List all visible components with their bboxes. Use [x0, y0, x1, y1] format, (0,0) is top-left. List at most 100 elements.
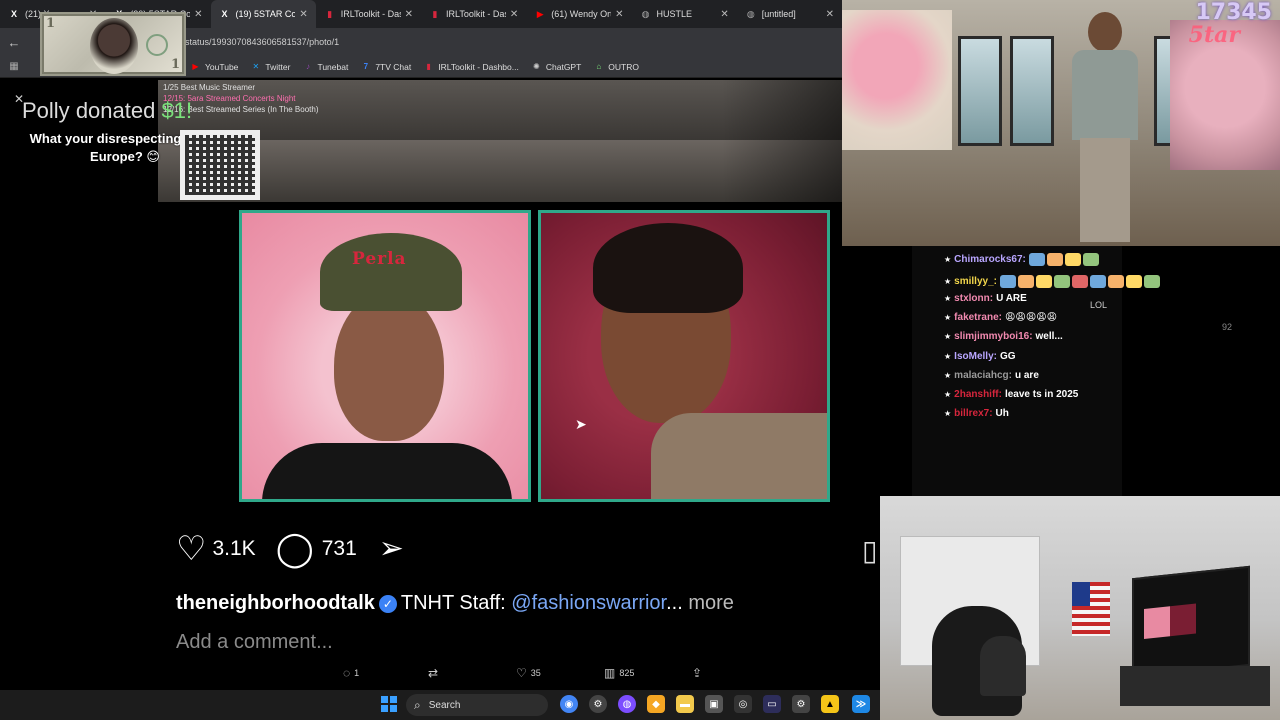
bookmark-item[interactable]: ⌂ OUTRO — [593, 61, 639, 72]
share-icon[interactable]: ➢ — [379, 532, 404, 566]
bookmark-icon[interactable]: ▯ — [862, 534, 877, 567]
post-photo-right[interactable] — [538, 210, 830, 502]
app-icon[interactable]: ◆ — [647, 695, 665, 713]
search-icon: ⌕ — [414, 697, 421, 712]
donation-alert: Polly donated $1! — [22, 98, 192, 124]
window — [958, 36, 1002, 146]
chat-message: ★ billrex7: Uh — [944, 408, 1009, 419]
mention-link[interactable]: @fashionswarrior — [511, 592, 666, 614]
chat-username[interactable]: billrex7: — [954, 408, 992, 419]
chrome-icon[interactable]: ◉ — [560, 695, 578, 713]
donation-amount: $1! — [161, 98, 193, 123]
chatgpt-icon: ✺ — [533, 62, 540, 71]
warning-icon[interactable]: ▲ — [821, 695, 839, 713]
bookmark-label: IRLToolkit - Dashbo... — [438, 61, 519, 72]
tab[interactable]: ◍ HUSTLE ✕ — [632, 0, 737, 28]
chat-message: ★ faketrane: 😩😩😩😩😩 — [944, 312, 1057, 323]
tab-title: (61) Wendy Orti — [551, 9, 612, 19]
discord-icon[interactable]: ◍ — [618, 695, 636, 713]
like-count: 3.1K — [212, 537, 256, 560]
badge-icon: ★ — [944, 371, 952, 380]
tab-close-icon[interactable]: ✕ — [826, 9, 834, 20]
tab-close-icon[interactable]: ✕ — [299, 9, 307, 20]
view-count: 825 — [619, 668, 635, 678]
bookmark-item[interactable]: ✺ ChatGPT — [531, 61, 581, 72]
chat-username[interactable]: smillyy_: — [954, 276, 997, 287]
portrait-shirt — [262, 443, 512, 499]
comment-input[interactable]: Add a comment... — [176, 631, 333, 654]
comment-icon[interactable]: ◯ — [276, 532, 314, 566]
upload-stat[interactable]: ⇪ — [692, 666, 706, 680]
chat-username[interactable]: Chimarocks67: — [954, 254, 1026, 265]
folder-icon[interactable]: ▬ — [676, 695, 694, 713]
dollar-bill-overlay: 1 1 — [40, 12, 186, 76]
chat-username[interactable]: faketrane: — [954, 312, 1002, 323]
chat-username[interactable]: IsoMelly: — [954, 351, 997, 362]
app-icon[interactable]: ▭ — [763, 695, 781, 713]
tab[interactable]: ◍ [untitled] ✕ — [737, 0, 842, 28]
stats-bar: ◌ 1 ⇄ ♡ 35 ▥ 825 ⇪ — [330, 660, 730, 686]
emote-icon — [1017, 275, 1034, 288]
caption-prefix: TNHT Staff: — [400, 592, 506, 614]
repost-stat[interactable]: ⇄ — [428, 666, 442, 680]
x-icon: X — [10, 9, 17, 19]
bookmark-label: OUTRO — [608, 61, 639, 72]
chat-username[interactable]: malaciahcg: — [954, 370, 1012, 381]
chat-username[interactable]: slimjimmyboi16: — [954, 331, 1032, 342]
app-icon[interactable]: ⚙ — [589, 695, 607, 713]
bookmark-item[interactable]: ▮ IRLToolkit - Dashbo... — [423, 61, 519, 72]
store-icon[interactable]: ▣ — [705, 695, 723, 713]
obs-icon[interactable]: ◎ — [734, 695, 752, 713]
back-arrow-icon[interactable]: ← — [0, 35, 28, 50]
cap — [320, 233, 462, 311]
bookmark-label: 7TV Chat — [375, 61, 412, 72]
7tv-icon: 7 — [363, 62, 369, 71]
tab[interactable]: X (19) 5STAR Com✕ — [210, 0, 316, 28]
post-photo-left[interactable]: Perla — [239, 210, 531, 502]
tab-close-icon[interactable]: ✕ — [615, 9, 623, 20]
reply-stat[interactable]: ◌ 1 — [343, 666, 359, 680]
bookmark-item[interactable]: 7 7TV Chat — [360, 61, 412, 72]
chat-overlay-lol: LOL — [1090, 300, 1108, 310]
tab[interactable]: ▮ IRLToolkit - Dash ✕ — [316, 0, 421, 28]
username-link[interactable]: theneighborhoodtalk — [176, 592, 375, 614]
donation-verb: donated — [75, 98, 156, 123]
like-stat[interactable]: ♡ 35 — [516, 666, 541, 680]
tab-close-icon[interactable]: ✕ — [720, 9, 728, 20]
emote-icon — [1046, 253, 1063, 266]
screen: X(21) X✕X(20) 5STAR Com✕X(19) 5STAR Com✕… — [0, 0, 1280, 720]
bookmark-item[interactable]: ▶ YouTube — [190, 61, 238, 72]
badge-icon: ★ — [944, 352, 952, 361]
window — [1010, 36, 1054, 146]
portrait-jacket — [651, 413, 827, 499]
views-stat[interactable]: ▥ 825 — [604, 666, 634, 680]
reply-icon: ◌ — [343, 666, 351, 680]
settings-icon[interactable]: ⚙ — [792, 695, 810, 713]
post-actions: ♡ 3.1K ◯ 731 ➢ — [176, 532, 404, 566]
chat-message: ★ smillyy_: — [944, 275, 1162, 288]
taskbar-search[interactable]: ⌕ Search — [406, 694, 548, 716]
windows-start-icon[interactable] — [381, 696, 397, 712]
url-text[interactable]: status/1993070843606581537/photo/1 — [185, 37, 339, 47]
bookmark-item[interactable]: ♪ Tunebat — [302, 61, 348, 72]
bookmark-item[interactable]: ✕ Twitter — [250, 61, 291, 72]
vscode-icon[interactable]: ≫ — [852, 695, 870, 713]
more-link[interactable]: more — [688, 592, 734, 614]
room-webcam — [880, 496, 1280, 720]
apps-grid-icon[interactable]: ▦ — [0, 61, 28, 72]
tab[interactable]: ▶ (61) Wendy Orti ✕ — [526, 0, 631, 28]
emote-icon — [1143, 275, 1160, 288]
caption-ellipsis: ... — [666, 592, 683, 614]
youtube-icon: ▶ — [536, 8, 544, 19]
tab-close-icon[interactable]: ✕ — [405, 9, 413, 20]
bookmark-label: Twitter — [265, 61, 291, 72]
tab-close-icon[interactable]: ✕ — [194, 9, 202, 20]
small-like-count: 35 — [530, 668, 541, 678]
heart-icon[interactable]: ♡ — [176, 532, 206, 566]
tab[interactable]: ▮ IRLToolkit - Dash ✕ — [421, 0, 526, 28]
tab-close-icon[interactable]: ✕ — [510, 9, 518, 20]
bill-portrait — [90, 18, 138, 74]
chat-message: ★ slimjimmyboi16: well... — [944, 331, 1063, 342]
chat-username[interactable]: stxlonn: — [954, 293, 993, 304]
chat-username[interactable]: 2hanshiff: — [954, 389, 1002, 400]
